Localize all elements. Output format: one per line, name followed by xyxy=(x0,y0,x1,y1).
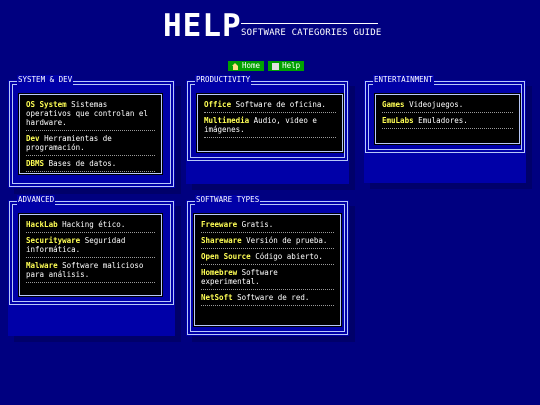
panel-content: HackLab Hacking ético. Securityware Segu… xyxy=(18,213,163,297)
entry-desc: Software de red. xyxy=(237,293,310,302)
home-button[interactable]: Home xyxy=(228,61,265,71)
panel-entertainment: ENTERTAINMENT Games Videojuegos. EmuLabs… xyxy=(364,75,526,183)
entry-term: Freeware xyxy=(201,220,238,229)
entry-term: EmuLabs xyxy=(382,116,414,125)
list-item: Homebrew Software experimental. xyxy=(201,268,334,290)
list-item: NetSoft Software de red. xyxy=(201,293,334,306)
list-item: Malware Software malicioso para análisis… xyxy=(26,261,155,283)
page-subtitle: SOFTWARE CATEGORIES GUIDE xyxy=(241,28,382,38)
entry-term: Open Source xyxy=(201,252,251,261)
home-icon xyxy=(232,62,239,70)
entry-desc: Gratis. xyxy=(241,220,274,229)
list-item: DBMS Bases de datos. xyxy=(26,159,155,172)
panel-content: Office Software de oficina. Multimedia A… xyxy=(196,93,344,153)
help-button-label: Help xyxy=(282,61,301,70)
list-item: Dev Herramientas de programación. xyxy=(26,134,155,156)
list-item: EmuLabs Emuladores. xyxy=(382,116,513,129)
entry-term: Malware xyxy=(26,261,58,270)
entry-term: NetSoft xyxy=(201,293,233,302)
list-item: Games Videojuegos. xyxy=(382,100,513,113)
entry-term: OS System xyxy=(26,100,67,109)
list-item: OS System Sistemas operativos que contro… xyxy=(26,100,155,131)
panel-content: OS System Sistemas operativos que contro… xyxy=(18,93,163,175)
help-icon xyxy=(272,62,280,70)
entry-term: Office xyxy=(204,100,232,109)
entry-desc: Bases de datos. xyxy=(48,159,117,168)
entry-desc: Versión de prueba. xyxy=(246,236,328,245)
entry-desc: Código abierto. xyxy=(255,252,323,261)
entry-term: Securityware xyxy=(26,236,81,245)
panel-content: Freeware Gratis. Shareware Versión de pr… xyxy=(193,213,342,327)
list-item: Shareware Versión de prueba. xyxy=(201,236,334,249)
panel-title: ENTERTAINMENT xyxy=(373,75,434,85)
panel-software-types: SOFTWARE TYPES Freeware Gratis. Sharewar… xyxy=(186,195,349,336)
panel-title: SOFTWARE TYPES xyxy=(195,195,261,205)
panel-title: PRODUCTIVITY xyxy=(195,75,252,85)
panel-title: ADVANCED xyxy=(17,195,56,205)
panel-title: SYSTEM & DEV xyxy=(17,75,74,85)
list-item: Multimedia Audio, video e imágenes. xyxy=(204,116,336,138)
entry-desc: Hacking ético. xyxy=(62,220,126,229)
page-header: HELP SOFTWARE CATEGORIES GUIDE xyxy=(0,0,540,70)
entry-term: DBMS xyxy=(26,159,45,168)
title-rule xyxy=(241,23,378,24)
entry-term: Games xyxy=(382,100,405,109)
entry-desc: Videojuegos. xyxy=(409,100,464,109)
list-item: Freeware Gratis. xyxy=(201,220,334,233)
entry-term: Dev xyxy=(26,134,40,143)
panel-content: Games Videojuegos. EmuLabs Emuladores. xyxy=(374,93,521,145)
entry-desc: Emuladores. xyxy=(418,116,468,125)
list-item: HackLab Hacking ético. xyxy=(26,220,155,233)
entry-desc: Software de oficina. xyxy=(235,100,326,109)
panel-system-dev: SYSTEM & DEV OS System Sistemas operativ… xyxy=(8,75,175,188)
panel-productivity: PRODUCTIVITY Office Software de oficina.… xyxy=(186,75,349,184)
home-button-label: Home xyxy=(242,61,261,70)
panel-advanced: ADVANCED HackLab Hacking ético. Security… xyxy=(8,195,175,336)
nav-bar: Home Help xyxy=(228,61,305,71)
list-item: Open Source Código abierto. xyxy=(201,252,334,265)
page-title: HELP xyxy=(163,8,242,44)
help-button[interactable]: Help xyxy=(268,61,305,71)
entry-term: Shareware xyxy=(201,236,242,245)
entry-term: Multimedia xyxy=(204,116,250,125)
list-item: Securityware Seguridad informática. xyxy=(26,236,155,258)
entry-term: Homebrew xyxy=(201,268,238,277)
list-item: Office Software de oficina. xyxy=(204,100,336,113)
entry-term: HackLab xyxy=(26,220,58,229)
